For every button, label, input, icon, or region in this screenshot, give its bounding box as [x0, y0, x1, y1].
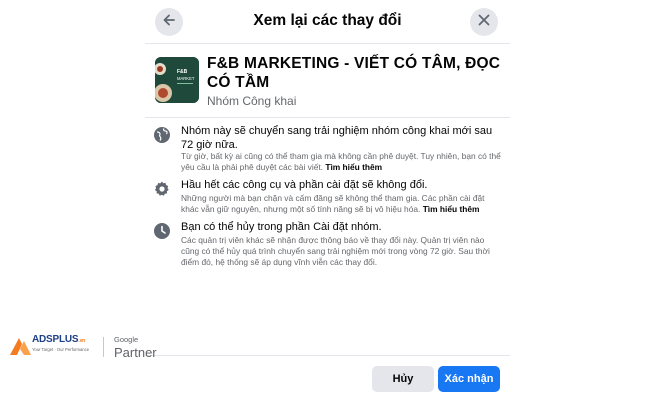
close-button[interactable] — [470, 8, 498, 36]
learn-more-link[interactable]: Tìm hiểu thêm — [423, 204, 480, 214]
info-item-public-experience: Nhóm này sẽ chuyển sang trải nghiệm nhóm… — [153, 124, 505, 172]
section-divider — [145, 117, 510, 118]
info-item-cancel-settings: Bạn có thể hủy trong phần Cài đặt nhóm. … — [153, 220, 505, 268]
group-thumbnail: F&B MARKET — [155, 57, 199, 103]
info-description: Những người mà bạn chặn và cấm đăng sẽ k… — [181, 193, 485, 214]
info-item-tools-settings: Hầu hết các công cụ và phần cài đặt sẽ k… — [153, 178, 505, 214]
info-title: Bạn có thể hủy trong phần Cài đặt nhóm. — [181, 221, 382, 233]
dialog-title: Xem lại các thay đổi — [253, 12, 402, 29]
group-name: F&B MARKETING - VIẾT CÓ TÂM, ĐỌC CÓ TẦM — [207, 55, 501, 91]
info-title: Nhóm này sẽ chuyển sang trải nghiệm nhóm… — [181, 125, 493, 151]
confirm-button[interactable]: Xác nhận — [438, 366, 500, 392]
info-description: Các quản trị viên khác sẽ nhận được thôn… — [181, 235, 490, 267]
group-privacy-label: Nhóm Công khai — [207, 94, 297, 108]
close-icon — [476, 12, 492, 33]
cancel-button[interactable]: Hủy — [372, 366, 434, 392]
adsplus-logo-icon — [8, 335, 34, 357]
svg-text:MARKET: MARKET — [177, 76, 195, 81]
globe-icon — [153, 126, 171, 144]
review-changes-dialog: Xem lại các thay đổi F&B MARKET F&B MARK… — [145, 0, 510, 400]
watermark-separator — [103, 337, 104, 357]
footer-divider — [145, 355, 510, 356]
watermark-brand: ADSPLUS.vn — [32, 334, 86, 345]
info-description: Từ giờ, bất kỳ ai cũng có thể tham gia m… — [181, 151, 501, 172]
clock-icon — [153, 222, 171, 240]
watermark-google: Google — [114, 335, 139, 344]
learn-more-link[interactable]: Tìm hiểu thêm — [325, 162, 382, 172]
watermark-partner: Partner — [114, 345, 157, 360]
group-card: F&B MARKET F&B MARKETING - VIẾT CÓ TÂM, … — [155, 52, 500, 114]
adsplus-watermark: ADSPLUS.vn Your Target · Our Performance… — [8, 333, 168, 361]
info-title: Hầu hết các công cụ và phần cài đặt sẽ k… — [181, 179, 428, 191]
svg-text:F&B: F&B — [177, 69, 188, 75]
gear-icon — [153, 180, 171, 198]
dialog-header: Xem lại các thay đổi — [145, 0, 510, 44]
watermark-tagline: Your Target · Our Performance — [32, 347, 90, 352]
